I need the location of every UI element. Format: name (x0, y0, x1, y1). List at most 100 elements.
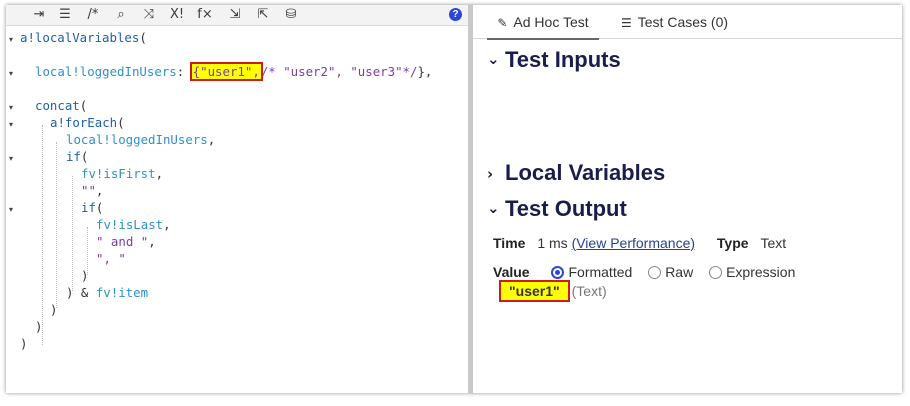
code-token: : (176, 64, 192, 79)
section-title: Local Variables (505, 160, 666, 185)
fold-arrow-icon[interactable]: ▾ (9, 35, 13, 44)
fold-arrow-icon[interactable]: ▾ (9, 103, 13, 112)
app-window: ⇥ ☰ /* ⌕ ⤨ X! f× ⇲ ⇱ ⛁ ? ▾ ▾ ▾ ▾ ▾ ▾ a!l (6, 5, 902, 393)
search-icon[interactable]: ⌕ (110, 6, 132, 24)
chevron-right-icon: › (487, 165, 494, 183)
code-token: ) (81, 268, 89, 283)
code-line-3: local!loggedInUsers: {"user1",/* "user2"… (35, 62, 433, 81)
indent-icon[interactable]: ⇥ (28, 6, 50, 24)
indent-guide (56, 142, 57, 308)
code-line-8: if( (66, 148, 88, 165)
tab-ad-hoc-test[interactable]: ✎ Ad Hoc Test (487, 5, 599, 40)
help-icon[interactable]: ? (449, 8, 462, 21)
code-token: ", " (96, 251, 126, 266)
expression-option-label: Expression (726, 264, 796, 280)
code-token: fv!isLast (96, 217, 164, 232)
code-token: a!forEach (50, 115, 118, 130)
edit-icon: ✎ (497, 16, 508, 30)
output-result: "user1" (Text) (499, 280, 607, 302)
panel-tabs: ✎ Ad Hoc Test ☰ Test Cases (0) (473, 5, 902, 40)
result-value: "user1" (499, 280, 570, 302)
formatted-radio[interactable] (551, 266, 565, 279)
code-token: local!loggedInUsers (35, 64, 177, 79)
value-format-row: Value Formatted Raw Expression (493, 264, 795, 280)
fold-arrow-icon[interactable]: ▾ (9, 69, 13, 78)
comment-icon[interactable]: /* (82, 6, 104, 24)
view-performance-link[interactable]: (View Performance) (572, 235, 695, 251)
code-token: ) (50, 302, 58, 317)
section-title: Test Output (505, 196, 627, 221)
expression-editor[interactable]: ⇥ ☰ /* ⌕ ⤨ X! f× ⇲ ⇱ ⛁ ? ▾ ▾ ▾ ▾ ▾ ▾ a!l (6, 5, 468, 393)
tab-test-cases[interactable]: ☰ Test Cases (0) (621, 5, 751, 38)
code-token: , (148, 234, 156, 249)
code-line-7: local!loggedInUsers, (66, 131, 215, 148)
fold-arrow-icon[interactable]: ▾ (9, 205, 13, 214)
code-token: , (155, 166, 164, 181)
code-token: "" (81, 183, 96, 198)
formatted-option-label: Formatted (568, 264, 633, 280)
type-label: Type (716, 235, 749, 251)
code-line-16: ) & fv!item (66, 284, 148, 301)
expression-radio[interactable] (709, 266, 723, 279)
section-title: Test Inputs (505, 47, 621, 72)
indent-guide (42, 125, 43, 345)
code-line-11: if( (81, 199, 103, 216)
code-token: fv!isFirst (81, 166, 156, 181)
list-icon: ☰ (621, 16, 632, 30)
result-type: (Text) (571, 283, 607, 299)
code-line-10: "", (81, 182, 103, 199)
test-panel: ✎ Ad Hoc Test ☰ Test Cases (0) ⌄ Test Input… (473, 5, 902, 393)
fold-arrow-icon[interactable]: ▾ (9, 120, 13, 129)
code-token: , (95, 183, 104, 198)
code-line-18: ) (35, 318, 42, 335)
code-token: ( (95, 200, 104, 215)
editor-toolbar: ⇥ ☰ /* ⌕ ⤨ X! f× ⇲ ⇱ ⛁ ? (6, 5, 468, 26)
code-token: fv!item (95, 285, 149, 300)
formula-icon[interactable]: f× (194, 6, 216, 24)
fold-arrow-icon[interactable]: ▾ (9, 154, 13, 163)
output-meta-row: Time 1 ms (View Performance) Type Text (493, 235, 786, 251)
code-line-1: a!localVariables( (20, 29, 147, 46)
code-line-17: ) (50, 301, 57, 318)
code-token: ) & (66, 285, 96, 300)
export-icon[interactable]: ⇱ (252, 6, 274, 24)
code-token: }, (417, 64, 433, 79)
code-line-5: concat( (35, 97, 87, 114)
code-token: ( (80, 149, 89, 164)
code-token: ) (35, 319, 43, 334)
code-line-15: ) (81, 267, 88, 284)
code-token: " and " (96, 234, 149, 249)
highlighted-code: {"user1", (189, 62, 263, 81)
local-variables-header[interactable]: › Local Variables (487, 160, 665, 186)
chevron-down-icon: ⌄ (487, 50, 500, 68)
shuffle-icon[interactable]: ⤨ (138, 6, 160, 24)
database-icon[interactable]: ⛁ (280, 6, 302, 24)
code-token: ( (79, 98, 88, 113)
code-line-14: ", " (96, 250, 126, 267)
tab-label: Test Cases (0) (637, 14, 729, 30)
code-token: local!loggedInUsers (66, 132, 208, 147)
test-output-header[interactable]: ⌄ Test Output (487, 196, 627, 222)
indent-guide (72, 176, 73, 291)
code-line-12: fv!isLast, (96, 216, 171, 233)
raw-radio[interactable] (648, 266, 662, 279)
time-value: 1 ms (537, 235, 568, 251)
code-area[interactable]: a!localVariables( local!loggedInUsers: {… (20, 29, 468, 393)
outdent-icon[interactable]: ☰ (54, 6, 76, 24)
code-token: concat (35, 98, 80, 113)
time-label: Time (493, 235, 526, 251)
editor-gutter: ▾ ▾ ▾ ▾ ▾ ▾ (6, 26, 20, 393)
function-icon[interactable]: X! (166, 6, 188, 24)
code-token: if (66, 149, 81, 164)
value-label: Value (493, 264, 530, 280)
chevron-down-icon: ⌄ (487, 199, 500, 217)
collapse-icon[interactable]: ⇲ (224, 6, 246, 24)
code-line-13: " and ", (96, 233, 156, 250)
code-token: ( (117, 115, 125, 130)
code-token: ) (20, 336, 28, 351)
test-inputs-header[interactable]: ⌄ Test Inputs (487, 47, 621, 73)
code-line-19: ) (20, 335, 27, 352)
code-token: , (163, 217, 171, 232)
code-token: a!localVariables (20, 30, 140, 45)
raw-option-label: Raw (665, 264, 694, 280)
